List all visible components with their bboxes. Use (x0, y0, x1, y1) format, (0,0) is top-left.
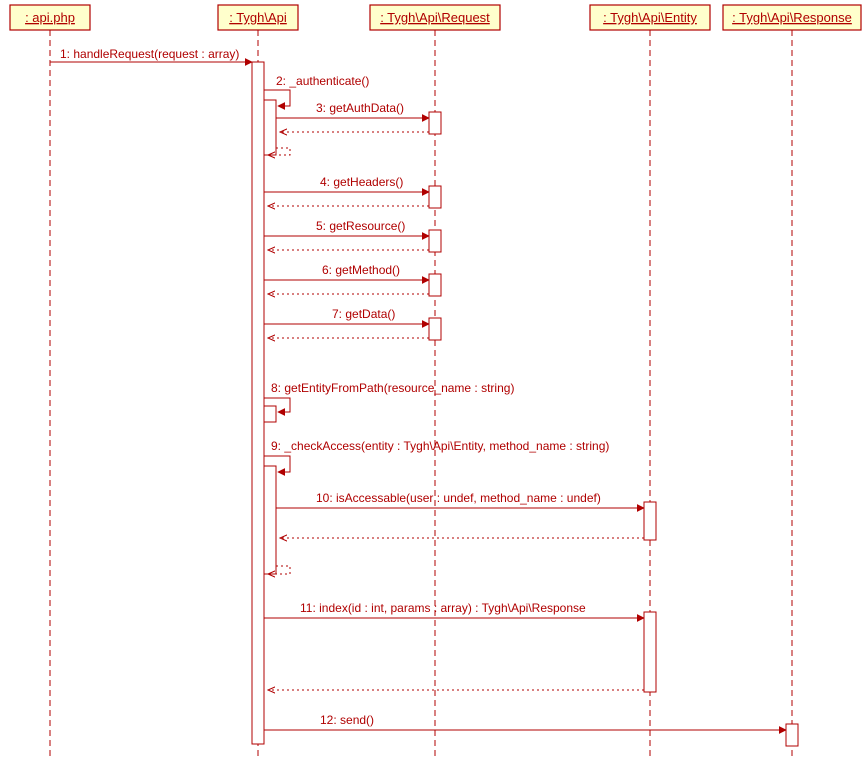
activation-bar (429, 112, 441, 134)
message-label: 11: index(id : int, params : array) : Ty… (300, 601, 586, 615)
message-label: 2: _authenticate() (276, 74, 369, 88)
activation-bar (644, 612, 656, 692)
sequence-diagram: : api.php : Tygh\Api : Tygh\Api\Request … (0, 0, 864, 762)
activation-bar (786, 724, 798, 746)
message-label: 6: getMethod() (322, 263, 400, 277)
activation-bar (429, 186, 441, 208)
message-label: 10: isAccessable(user : undef, method_na… (316, 491, 601, 505)
activation-bar (264, 100, 276, 155)
activation-bar (264, 406, 276, 422)
participant-label: : api.php (25, 10, 75, 25)
message-label: 1: handleRequest(request : array) (60, 47, 239, 61)
participant-label: : Tygh\Api\Entity (603, 10, 697, 25)
activation-bar (252, 62, 264, 744)
participant-label: : Tygh\Api (229, 10, 287, 25)
message-label: 4: getHeaders() (320, 175, 403, 189)
message-label: 5: getResource() (316, 219, 405, 233)
participant-tygh-api-request: : Tygh\Api\Request (370, 5, 500, 30)
activation-bar (644, 502, 656, 540)
activation-bar (264, 466, 276, 574)
participant-label: : Tygh\Api\Request (380, 10, 490, 25)
activation-bar (429, 230, 441, 252)
participant-label: : Tygh\Api\Response (732, 10, 852, 25)
message-label: 12: send() (320, 713, 374, 727)
participant-tygh-api-entity: : Tygh\Api\Entity (590, 5, 710, 30)
participant-api-php: : api.php (10, 5, 90, 30)
participant-tygh-api: : Tygh\Api (218, 5, 298, 30)
activation-bar (429, 274, 441, 296)
message-label: 9: _checkAccess(entity : Tygh\Api\Entity… (271, 439, 609, 453)
participant-tygh-api-response: : Tygh\Api\Response (723, 5, 861, 30)
message-label: 8: getEntityFromPath(resource_name : str… (271, 381, 514, 395)
message-label: 7: getData() (332, 307, 395, 321)
message-label: 3: getAuthData() (316, 101, 404, 115)
activation-bar (429, 318, 441, 340)
